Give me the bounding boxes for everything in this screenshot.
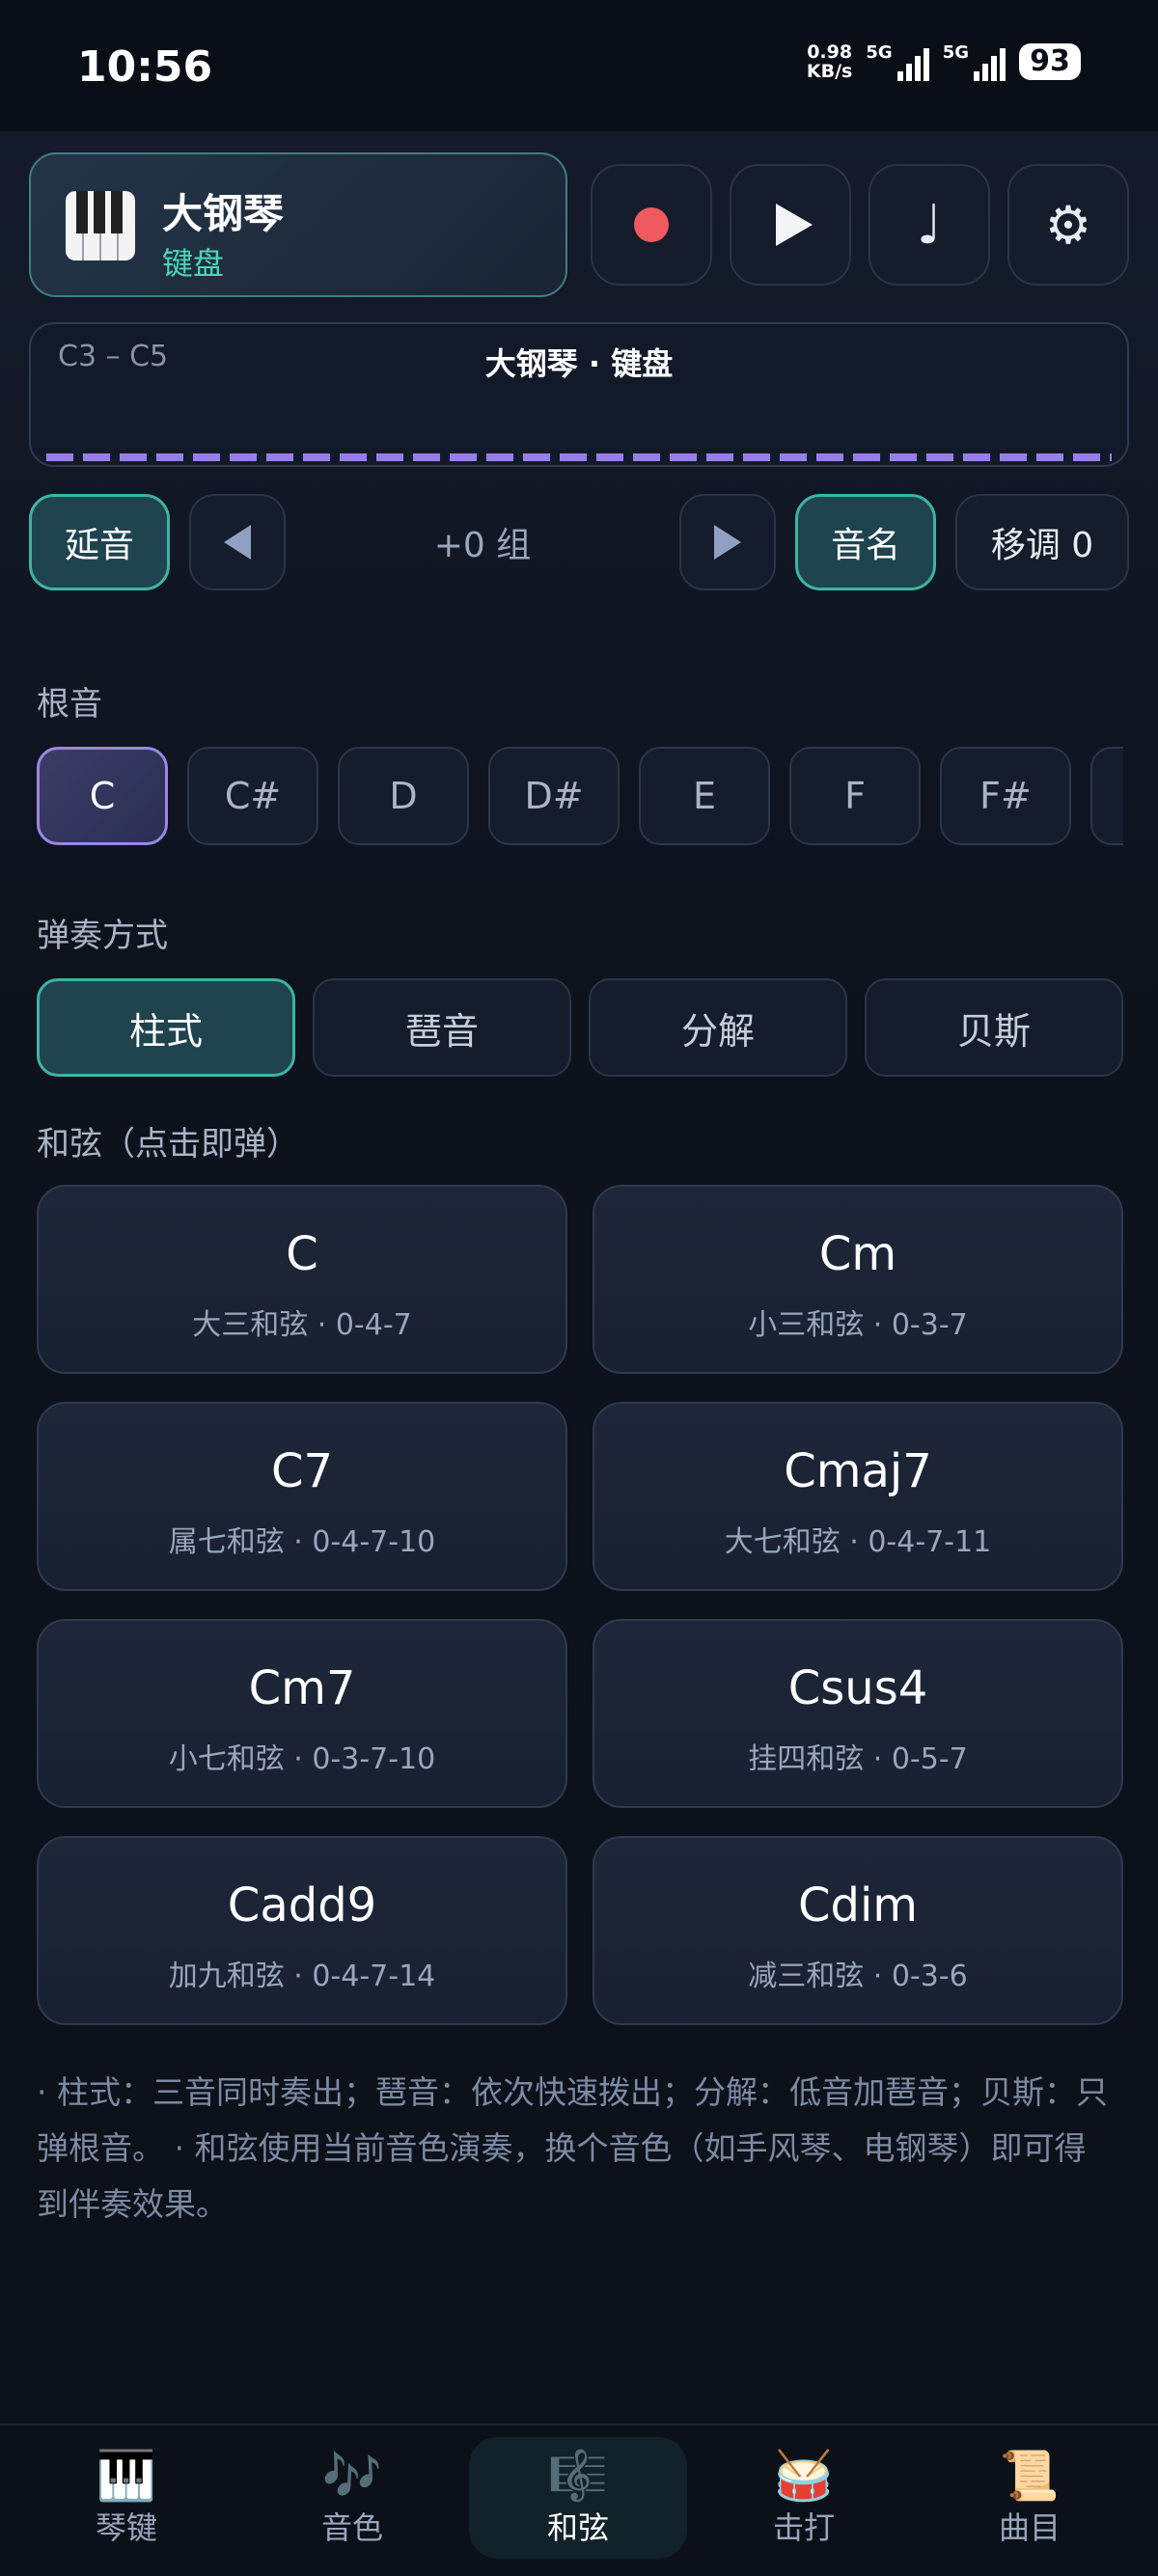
chevron-left-icon	[224, 525, 251, 560]
mode-broken-chord[interactable]: 分解	[589, 978, 847, 1077]
nav-tab-keys[interactable]: 🎹 琴键	[17, 2437, 235, 2559]
chord-mode-help-text: · 柱式：三音同时奏出；琶音：依次快速拨出；分解：低音加琶音；贝斯：只弹根音。 …	[37, 2073, 1108, 2223]
nav-tab-songs[interactable]: 📜 曲目	[921, 2437, 1139, 2559]
sustain-toggle[interactable]: 延音	[29, 494, 170, 590]
chord-button-c[interactable]: C 大三和弦 · 0-4-7	[37, 1185, 567, 1374]
signal-type-label: 5G	[866, 42, 893, 63]
scroll-icon: 📜	[999, 2448, 1061, 2504]
chord-button-csus4[interactable]: Csus4 挂四和弦 · 0-5-7	[593, 1619, 1123, 1808]
chord-description: 大七和弦 · 0-4-7-11	[724, 1525, 992, 1559]
instrument-name: 大钢琴	[162, 190, 285, 237]
nav-tab-label: 击打	[772, 2509, 835, 2546]
nav-tab-percussion[interactable]: 🥁 击打	[695, 2437, 913, 2559]
keyboard-key-indicator	[46, 453, 1112, 461]
drum-icon: 🥁	[773, 2448, 835, 2504]
root-note-d-sharp[interactable]: D#	[488, 747, 620, 845]
chord-description: 小七和弦 · 0-3-7-10	[168, 1742, 436, 1776]
status-bar: 10:56 0.98 KB/s 5G 5G 93	[0, 0, 1158, 131]
nav-tab-label: 和弦	[546, 2509, 609, 2546]
network-speed-value: 0.98	[807, 41, 853, 63]
nav-tab-sounds[interactable]: 🎶 音色	[243, 2437, 461, 2559]
octave-value: +0 组	[433, 526, 532, 565]
keyboard-title: 大钢琴 · 键盘	[484, 345, 674, 382]
chord-name: Cm	[818, 1227, 897, 1281]
transpose-button[interactable]: 移调 0	[955, 494, 1129, 590]
bottom-navigation: 🎹 琴键 🎶 音色 🎼 和弦 🥁 击打 📜 曲目	[0, 2424, 1158, 2576]
chord-name: Csus4	[787, 1661, 928, 1715]
network-speed-unit: KB/s	[806, 61, 853, 82]
music-notes-icon: 🎶	[321, 2448, 383, 2504]
signal-type-label-2: 5G	[942, 42, 969, 63]
chord-description: 大三和弦 · 0-4-7	[192, 1308, 412, 1342]
keyboard-range-strip[interactable]: C3 – C5 大钢琴 · 键盘	[29, 322, 1129, 467]
settings-button[interactable]: ⚙	[1007, 164, 1129, 286]
root-note-c[interactable]: C	[37, 747, 168, 845]
status-time: 10:56	[77, 42, 213, 92]
mode-arpeggio[interactable]: 琶音	[313, 978, 571, 1077]
root-note-next-partial[interactable]	[1090, 747, 1123, 845]
settings-icon: ⚙	[1044, 194, 1092, 256]
chord-button-cm7[interactable]: Cm7 小七和弦 · 0-3-7-10	[37, 1619, 567, 1808]
chord-name: C7	[270, 1444, 334, 1498]
note-names-toggle[interactable]: 音名	[795, 494, 936, 590]
music-note-icon: ♩	[916, 193, 943, 257]
metronome-button[interactable]: ♩	[868, 164, 990, 286]
play-icon	[776, 204, 813, 246]
chord-button-cmaj7[interactable]: Cmaj7 大七和弦 · 0-4-7-11	[593, 1402, 1123, 1591]
nav-tab-label: 曲目	[998, 2509, 1061, 2546]
chord-name: Cm7	[248, 1661, 356, 1715]
chord-button-cdim[interactable]: Cdim 减三和弦 · 0-3-6	[593, 1836, 1123, 2025]
root-note-c-sharp[interactable]: C#	[187, 747, 318, 845]
chord-name: Cmaj7	[784, 1444, 932, 1498]
instrument-category: 键盘	[162, 245, 225, 282]
chord-description: 加九和弦 · 0-4-7-14	[168, 1959, 436, 1993]
chord-description: 小三和弦 · 0-3-7	[748, 1308, 968, 1342]
root-note-f[interactable]: F	[789, 747, 921, 845]
chord-button-c7[interactable]: C7 属七和弦 · 0-4-7-10	[37, 1402, 567, 1591]
piano-icon	[66, 191, 135, 260]
nav-tab-label: 音色	[320, 2509, 383, 2546]
network-speed: 0.98 KB/s	[807, 42, 852, 81]
status-icons: 0.98 KB/s 5G 5G 93	[807, 42, 1081, 81]
chord-description: 挂四和弦 · 0-5-7	[748, 1742, 968, 1776]
record-button[interactable]	[591, 164, 712, 286]
chord-section-title: 和弦（点击即弹）	[37, 1125, 299, 1164]
nav-tab-label: 琴键	[95, 2509, 157, 2546]
record-icon	[634, 207, 669, 242]
octave-up-button[interactable]	[679, 494, 776, 590]
root-note-f-sharp[interactable]: F#	[940, 747, 1071, 845]
chord-name: Cdim	[797, 1878, 919, 1932]
chevron-right-icon	[714, 525, 741, 560]
battery-icon: 93	[1019, 43, 1081, 80]
root-note-selector: C C# D D# E F F#	[0, 745, 1123, 851]
nav-tab-chords[interactable]: 🎼 和弦	[469, 2437, 687, 2559]
chord-description: 减三和弦 · 0-3-6	[748, 1959, 968, 1993]
chord-button-cm[interactable]: Cm 小三和弦 · 0-3-7	[593, 1185, 1123, 1374]
mode-block-chord[interactable]: 柱式	[37, 978, 295, 1077]
score-icon: 🎼	[547, 2448, 609, 2504]
chord-description: 属七和弦 · 0-4-7-10	[168, 1525, 436, 1559]
chord-name: C	[286, 1227, 318, 1281]
chord-button-cadd9[interactable]: Cadd9 加九和弦 · 0-4-7-14	[37, 1836, 567, 2025]
signal-icon: 5G	[866, 42, 929, 81]
mode-bass[interactable]: 贝斯	[865, 978, 1123, 1077]
piano-icon: 🎹	[96, 2448, 157, 2504]
root-note-e[interactable]: E	[639, 747, 770, 845]
app-screen: 大钢琴 键盘 ♩ ⚙ C3 – C5 大钢琴 · 键盘 延音 +0 组 音名 移…	[0, 131, 1158, 2424]
signal-icon-2: 5G	[943, 42, 1006, 81]
root-note-d[interactable]: D	[338, 747, 469, 845]
chord-name: Cadd9	[227, 1878, 377, 1932]
mode-section-title: 弹奏方式	[37, 917, 168, 955]
root-section-title: 根音	[37, 685, 102, 724]
octave-down-button[interactable]	[189, 494, 286, 590]
play-button[interactable]	[730, 164, 851, 286]
instrument-selector[interactable]: 大钢琴 键盘	[29, 152, 567, 297]
